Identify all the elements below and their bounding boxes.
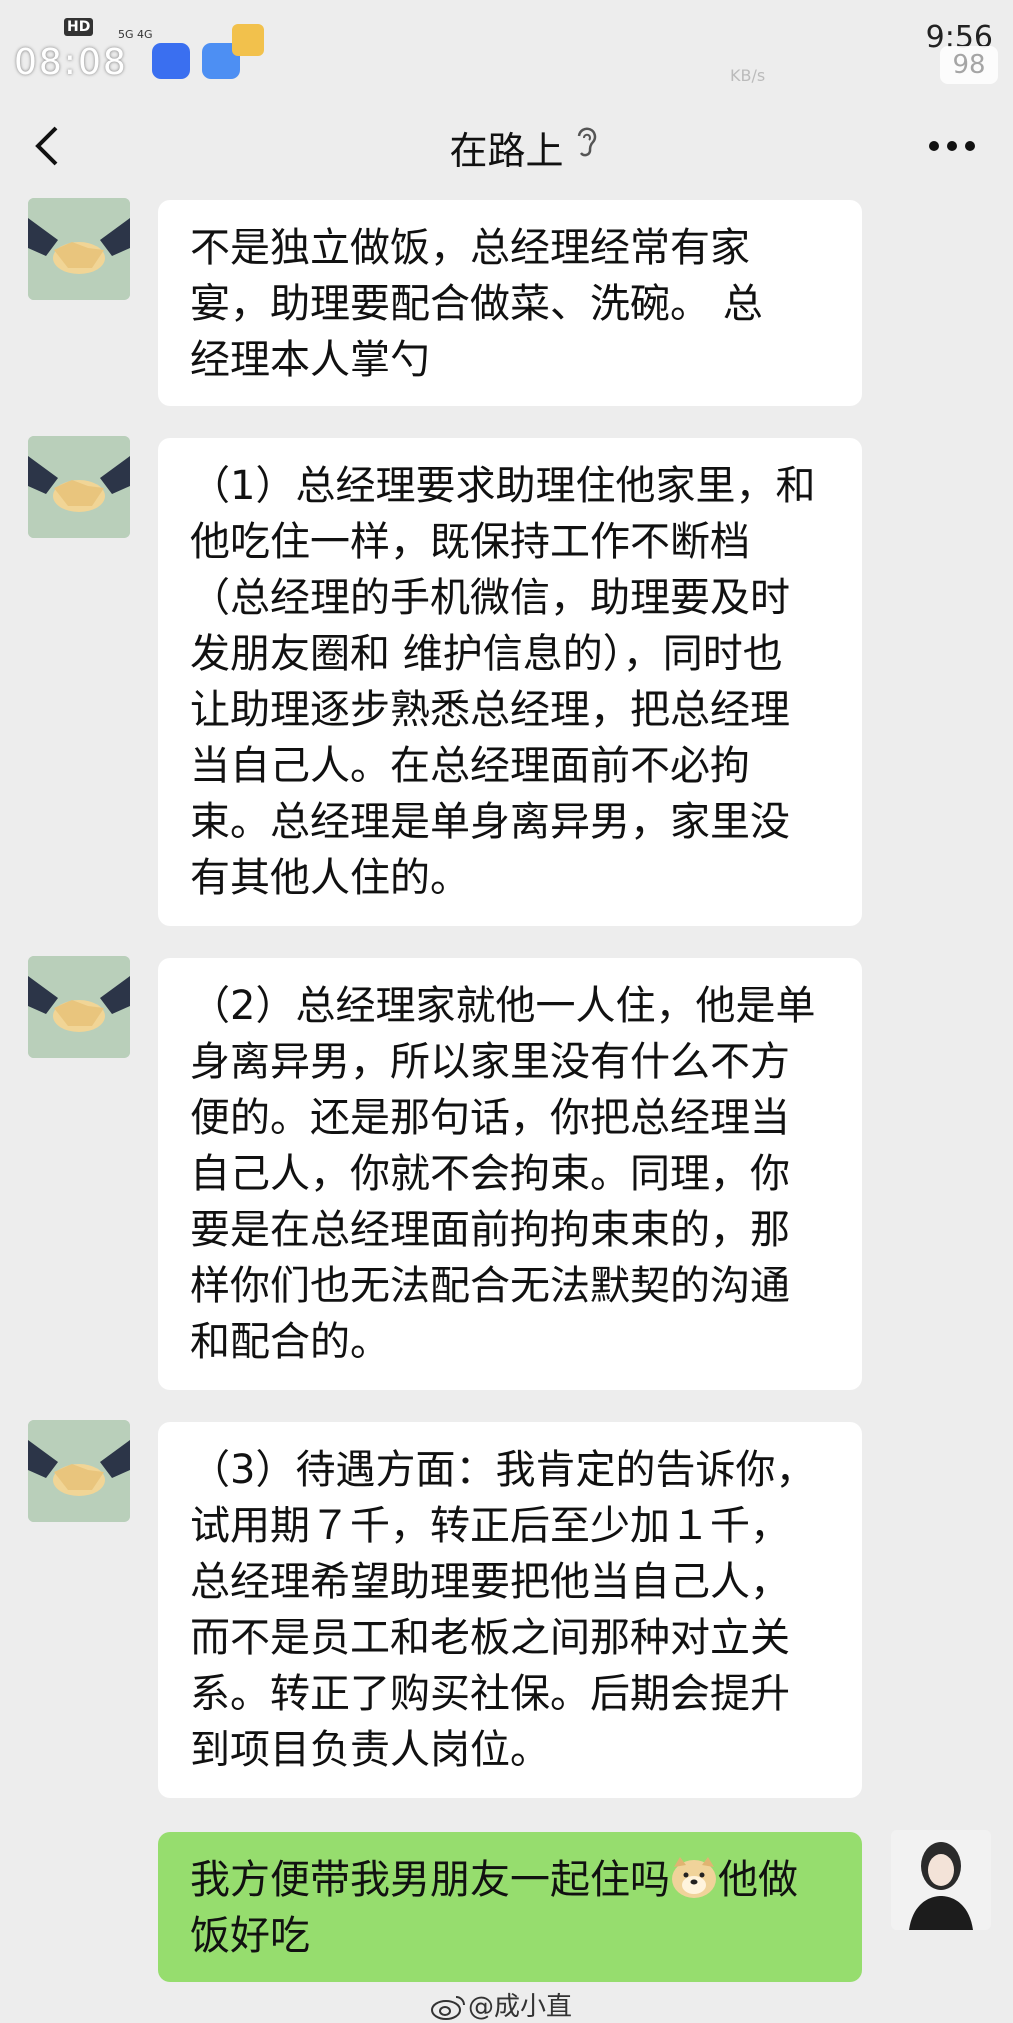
self-avatar[interactable] [891,1830,991,1930]
notification-app-icon [232,24,264,56]
contact-avatar[interactable] [28,956,130,1058]
hd-indicator: HD [64,18,94,36]
more-options-icon[interactable] [928,140,976,152]
status-time-overlay: 08:08 [14,42,128,83]
watermark-text: @成小直 [468,1992,573,2022]
self-message-bubble[interactable]: 我方便带我男朋友一起住吗 他做 饭好吃 [158,1832,862,1982]
message-bubble[interactable]: （3）待遇方面：我肯定的告诉你， 试用期７千，转正后至少加１千， 总经理希望助理… [158,1422,862,1798]
message-bubble[interactable]: 不是独立做饭，总经理经常有家 宴，助理要配合做菜、洗碗。 总 经理本人掌勺 [158,200,862,406]
weibo-icon [431,1996,465,2020]
portrait-icon [891,1830,991,1930]
weibo-watermark: @成小直 [430,1986,572,2023]
message-bubble[interactable]: （1）总经理要求助理住他家里，和 他吃住一样，既保持工作不断档 （总经理的手机微… [158,438,862,926]
doge-emoji-icon [672,1857,716,1898]
contact-avatar[interactable] [28,436,130,538]
chat-header: 在路上 [0,100,1013,200]
handshake-icon [28,1420,130,1522]
battery-level: 98 [940,46,998,84]
contact-avatar[interactable] [28,198,130,300]
earpiece-mode-icon [577,127,597,157]
handshake-icon [28,198,130,300]
chat-title: 在路上 [449,129,564,173]
vivo-app-icon [152,43,190,79]
network-speed-unit: KB/s [730,66,766,85]
self-message-text: 我方便带我男朋友一起住吗 [190,1857,670,1903]
handshake-icon [28,956,130,1058]
message-bubble[interactable]: （2）总经理家就他一人住，他是单 身离异男，所以家里没有什么不方 便的。还是那句… [158,958,862,1390]
signal-indicator: 5G 4G [118,28,153,41]
handshake-icon [28,436,130,538]
status-bar: HD 5G 4G 08:08 9:56 KB/s 98 [0,0,1013,100]
contact-avatar[interactable] [28,1420,130,1522]
